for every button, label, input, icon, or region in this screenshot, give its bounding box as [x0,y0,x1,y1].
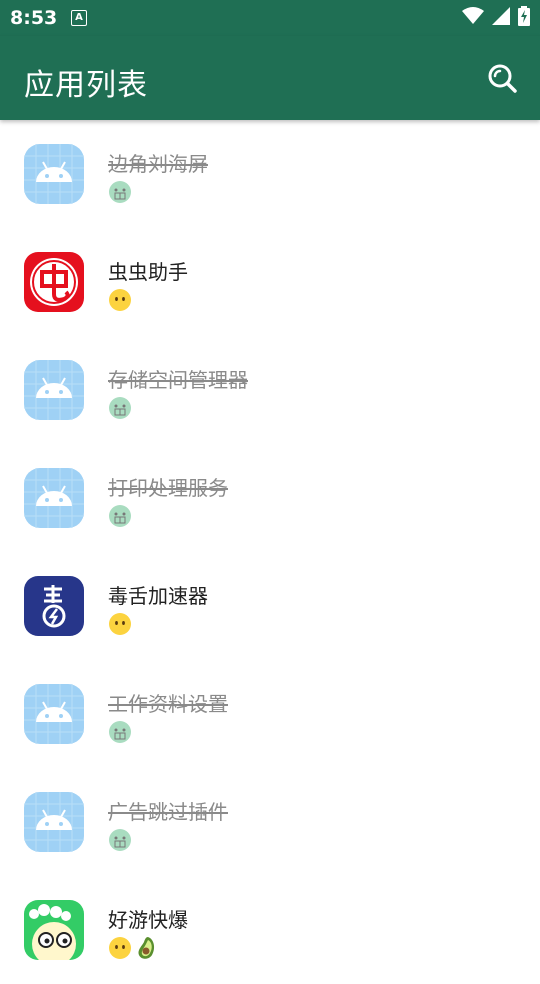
neutral-face-icon [109,937,131,959]
app-name: 好游快爆 [108,908,188,932]
android-icon [24,468,84,528]
notification-icon: A [71,10,87,26]
page-title: 应用列表 [24,68,148,103]
system-icons [462,6,530,26]
list-item[interactable]: 好游快爆 [0,876,540,984]
disabled-face-icon [109,829,131,851]
search-icon[interactable] [486,62,518,94]
wifi-icon [462,7,484,24]
android-icon [24,792,84,852]
app-name: 边角刘海屏 [108,152,208,176]
chongchong-app-icon [24,252,84,312]
list-item[interactable]: 工作资料设置 [0,660,540,768]
app-bar: 应用列表 [0,36,540,120]
avocado-icon [138,937,155,959]
app-tags [108,180,132,204]
app-tags [108,936,158,960]
app-tags [108,612,132,636]
app-tags [108,288,132,312]
list-item[interactable]: 毒舌加速器 [0,552,540,660]
android-icon [24,684,84,744]
list-item[interactable]: 存储空间管理器 [0,336,540,444]
app-tags [108,396,132,420]
disabled-face-icon [109,397,131,419]
app-list: 边角刘海屏 虫虫助手 存储空间管理器 打印处理服务 毒舌加速器 工作资料设置 广… [0,120,540,984]
haoyou-app-icon [24,900,84,960]
list-item[interactable]: 广告跳过插件 [0,768,540,876]
list-item[interactable]: 打印处理服务 [0,444,540,552]
app-name: 打印处理服务 [108,476,228,500]
app-name: 工作资料设置 [108,692,228,716]
android-icon [24,144,84,204]
app-name: 存储空间管理器 [108,368,248,392]
neutral-face-icon [109,289,131,311]
disabled-face-icon [109,181,131,203]
list-item[interactable]: 虫虫助手 [0,228,540,336]
status-bar: 8:53 A [0,0,540,36]
android-icon [24,360,84,420]
app-name: 毒舌加速器 [108,584,208,608]
battery-icon [518,6,530,26]
dushe-app-icon [24,576,84,636]
neutral-face-icon [109,613,131,635]
list-item[interactable]: 边角刘海屏 [0,120,540,228]
disabled-face-icon [109,721,131,743]
app-name: 虫虫助手 [108,260,188,284]
app-tags [108,720,132,744]
status-time: 8:53 [10,7,58,29]
app-tags [108,504,132,528]
disabled-face-icon [109,505,131,527]
app-tags [108,828,132,852]
app-name: 广告跳过插件 [108,800,228,824]
cell-signal-icon [492,7,510,25]
